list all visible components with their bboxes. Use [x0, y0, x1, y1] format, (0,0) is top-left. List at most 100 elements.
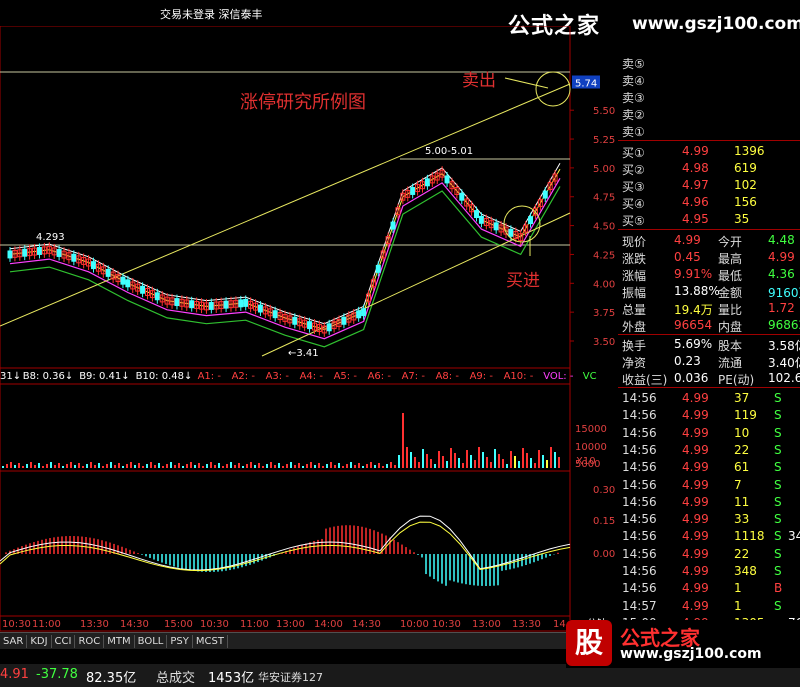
volume-bar	[286, 464, 288, 468]
tab-mcst[interactable]: MCST	[193, 635, 228, 648]
volume-bar	[190, 462, 192, 468]
tick-price: 4.99	[682, 546, 709, 561]
volume-bar	[290, 462, 292, 468]
tick-row: 14:56 4.99 1 B	[618, 580, 800, 597]
candle-body	[174, 298, 180, 307]
quote-value: 0.45	[674, 250, 701, 264]
ask-label: 卖③	[622, 91, 645, 105]
chart-annotations: 涨停研究所例图 卖出买进 5.00-5.01 ←3.41 4.293 31↓ B8: 0.3…	[0, 71, 597, 382]
tick-volume: 7	[734, 477, 742, 492]
candle-body	[238, 299, 244, 308]
bid-label: 买④	[622, 197, 645, 211]
volume-bar	[170, 462, 172, 468]
volume-bar	[86, 464, 88, 468]
volume-bar	[46, 464, 48, 468]
volume-bar	[118, 463, 120, 468]
tick-volume: 119	[734, 408, 757, 423]
indicator-value: B9: 0.41↓	[79, 371, 129, 382]
volume-bar	[270, 462, 272, 468]
tick-price: 4.99	[682, 512, 709, 527]
indicator-value: A4: -	[300, 371, 324, 382]
low-label: ←3.41	[288, 348, 319, 359]
sell-circle	[535, 71, 571, 107]
candle-body	[341, 316, 347, 325]
volume-bar	[74, 465, 76, 468]
volume-bar	[462, 463, 464, 468]
ma-line-white	[9, 163, 561, 325]
volume-bar	[82, 466, 84, 468]
volume-tick-label: 10000	[575, 442, 607, 453]
volume-bar	[22, 466, 24, 468]
tick-side: S	[774, 512, 782, 527]
status-amount: 82.35亿	[86, 671, 137, 686]
tab-kdj[interactable]: KDJ	[27, 635, 52, 648]
quote-label: 金额	[718, 286, 743, 300]
tab-roc[interactable]: ROC	[75, 635, 105, 648]
tick-volume: 61	[734, 460, 750, 475]
divider	[618, 229, 800, 230]
volume-bar	[542, 455, 544, 468]
quote-value: 4.99	[674, 233, 701, 247]
tick-volume: 11	[734, 494, 750, 509]
volume-bar	[226, 464, 228, 468]
tab-cci[interactable]: CCI	[52, 635, 76, 648]
status-total-value: 1453亿	[208, 671, 255, 686]
chart-heading: 涨停研究所例图	[240, 92, 366, 113]
volume-bar	[350, 462, 352, 468]
tick-side: B	[774, 581, 783, 596]
quote-value: 4.48	[768, 233, 795, 247]
volume-bar	[534, 463, 536, 468]
ask-row: 卖③	[618, 88, 800, 105]
quote-panel: 卖⑤ 卖④ 卖③ 卖② 卖① 买① 4.99 1396 买② 4.98 619 买③ 4.97 102 买④…	[618, 52, 800, 632]
volume-bar	[426, 454, 428, 468]
indicator-value: A3: -	[266, 371, 290, 382]
logo-url: www.gszj100.com	[620, 646, 762, 662]
tab-psy[interactable]: PSY	[167, 635, 193, 648]
tick-volume: 37	[734, 391, 750, 405]
volume-bar	[418, 462, 420, 468]
ask-row: 卖①	[618, 122, 800, 139]
tab-boll[interactable]: BOLL	[135, 635, 168, 648]
volume-bar	[398, 455, 400, 468]
tick-volume: 10	[734, 425, 750, 440]
tick-volume: 1118	[734, 529, 765, 544]
tab-mtm[interactable]: MTM	[104, 635, 135, 648]
volume-bar	[134, 465, 136, 468]
divider	[618, 334, 800, 335]
tick-time: 14:56	[622, 494, 657, 509]
volume-bar	[38, 463, 40, 468]
bid-volume: 156	[734, 195, 757, 209]
quote-label: 内盘	[718, 320, 743, 334]
bid-price: 4.96	[682, 195, 709, 209]
tab-sar[interactable]: SAR	[0, 635, 28, 648]
volume-bar	[478, 447, 480, 468]
tick-price: 4.99	[682, 425, 709, 440]
candle-body	[307, 321, 313, 330]
bid-volume: 102	[734, 178, 757, 192]
volume-bar	[2, 466, 4, 468]
quote-label: 量比	[718, 303, 743, 317]
indicator-value: A7: -	[402, 371, 426, 382]
volume-bar	[6, 464, 8, 468]
volume-bar	[530, 458, 532, 468]
tick-price: 4.99	[682, 494, 709, 509]
bid-row: 买④ 4.96 156	[618, 194, 800, 211]
volume-bar	[278, 463, 280, 468]
volume-bar	[202, 466, 204, 468]
tick-time: 14:56	[622, 529, 657, 544]
volume-bar	[346, 464, 348, 468]
volume-bar	[126, 464, 128, 468]
volume-bar	[486, 457, 488, 468]
candle-body	[356, 310, 362, 319]
quote-value: 96862	[768, 318, 800, 332]
tick-side: S	[774, 391, 782, 405]
quote-label: 今开	[718, 235, 743, 249]
kline-chart[interactable]: 5.50 5.25 5.00 4.75 4.50 4.25 4.00 3.75 3.50 5.74…	[0, 26, 618, 632]
volume-bar	[546, 460, 548, 468]
bid-label: 买②	[622, 163, 645, 177]
ask-label: 卖⑤	[622, 57, 645, 71]
volume-bar	[158, 463, 160, 468]
volume-bar	[194, 465, 196, 468]
volume-bar	[442, 456, 444, 468]
volume-bar	[538, 450, 540, 468]
